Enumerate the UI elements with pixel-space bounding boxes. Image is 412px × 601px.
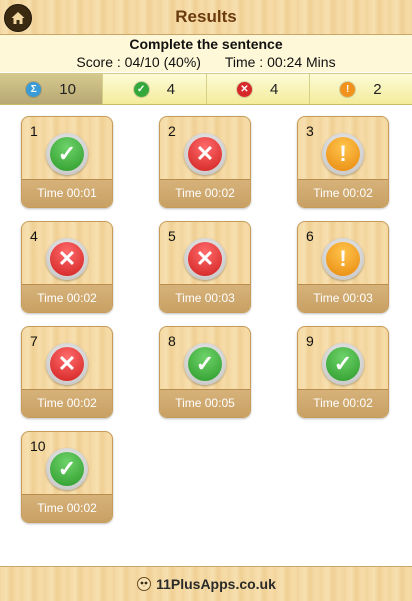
exclamation-icon: ! xyxy=(326,137,360,171)
question-tile[interactable]: 3! Time 00:02 xyxy=(297,116,389,208)
cross-icon: ✕ xyxy=(50,347,84,381)
owl-logo-icon xyxy=(137,577,152,591)
question-time: Time 00:02 xyxy=(22,284,112,312)
question-tile[interactable]: 8 ✓ Time 00:05 xyxy=(159,326,251,418)
status-badge: ✕ xyxy=(184,238,226,280)
status-badge: ✕ xyxy=(46,238,88,280)
tab-wrong[interactable]: ✕ 4 xyxy=(206,74,310,104)
cross-icon: ✕ xyxy=(188,242,222,276)
question-number: 1 xyxy=(30,123,38,139)
tab-all[interactable]: Σ 10 xyxy=(0,74,104,104)
question-time: Time 00:03 xyxy=(298,284,388,312)
question-number: 10 xyxy=(30,438,46,454)
question-time: Time 00:01 xyxy=(22,179,112,207)
sum-icon: Σ xyxy=(26,81,42,97)
top-bar: Results xyxy=(0,0,412,35)
filter-tabs: Σ 10 ✓ 4 ✕ 4 ! 2 xyxy=(0,73,412,105)
check-icon: ✓ xyxy=(188,347,222,381)
question-tile[interactable]: 5 ✕ Time 00:03 xyxy=(159,221,251,313)
question-time: Time 00:02 xyxy=(298,389,388,417)
score-line: Score : 04/10 (40%) Time : 00:24 Mins xyxy=(0,54,412,70)
question-number: 6 xyxy=(306,228,314,244)
question-tile[interactable]: 1 ✓ Time 00:01 xyxy=(21,116,113,208)
tab-correct-count: 4 xyxy=(166,80,176,98)
question-number: 2 xyxy=(168,123,176,139)
cross-icon: ✕ xyxy=(50,242,84,276)
question-time: Time 00:02 xyxy=(160,179,250,207)
tab-wrong-count: 4 xyxy=(269,80,279,98)
tab-skipped-count: 2 xyxy=(373,80,382,98)
status-badge: ✕ xyxy=(46,343,88,385)
question-tile[interactable]: 9 ✓ Time 00:02 xyxy=(297,326,389,418)
check-icon: ✓ xyxy=(326,347,360,381)
check-icon: ✓ xyxy=(50,452,84,486)
page-title: Results xyxy=(175,7,237,26)
question-time: Time 00:05 xyxy=(160,389,250,417)
exclamation-icon: ! xyxy=(326,242,360,276)
question-tile[interactable]: 7 ✕ Time 00:02 xyxy=(21,326,113,418)
time-text: Time : 00:24 Mins xyxy=(224,54,336,70)
cross-icon: ✕ xyxy=(188,137,222,171)
score-text: Score : 04/10 (40%) xyxy=(76,54,201,70)
question-time: Time 00:02 xyxy=(22,389,112,417)
site-link[interactable]: 11PlusApps.co.uk xyxy=(156,576,276,592)
check-icon: ✓ xyxy=(133,81,149,97)
question-number: 9 xyxy=(306,333,314,349)
summary-panel: Complete the sentence Score : 04/10 (40%… xyxy=(0,35,412,72)
question-time: Time 00:03 xyxy=(160,284,250,312)
status-badge: ✓ xyxy=(184,343,226,385)
status-badge: ✕ xyxy=(184,133,226,175)
status-badge: ! xyxy=(322,238,364,280)
cross-icon: ✕ xyxy=(236,81,252,97)
question-tile[interactable]: 6! Time 00:03 xyxy=(297,221,389,313)
question-time: Time 00:02 xyxy=(22,494,112,522)
question-tile[interactable]: 10 ✓ Time 00:02 xyxy=(21,431,113,523)
tab-all-count: 10 xyxy=(59,80,76,98)
question-number: 5 xyxy=(168,228,176,244)
exclamation-icon: ! xyxy=(340,81,356,97)
question-number: 8 xyxy=(168,333,176,349)
tab-correct[interactable]: ✓ 4 xyxy=(103,74,207,104)
check-icon: ✓ xyxy=(50,137,84,171)
question-number: 3 xyxy=(306,123,314,139)
question-tile[interactable]: 4 ✕ Time 00:02 xyxy=(21,221,113,313)
status-badge: ✓ xyxy=(322,343,364,385)
question-number: 7 xyxy=(30,333,38,349)
quiz-title: Complete the sentence xyxy=(129,36,283,52)
question-number: 4 xyxy=(30,228,38,244)
tab-skipped[interactable]: ! 2 xyxy=(309,74,412,104)
status-badge: ! xyxy=(322,133,364,175)
status-badge: ✓ xyxy=(46,133,88,175)
question-tile[interactable]: 2 ✕ Time 00:02 xyxy=(159,116,251,208)
footer: 11PlusApps.co.uk xyxy=(0,566,412,601)
question-time: Time 00:02 xyxy=(298,179,388,207)
status-badge: ✓ xyxy=(46,448,88,490)
